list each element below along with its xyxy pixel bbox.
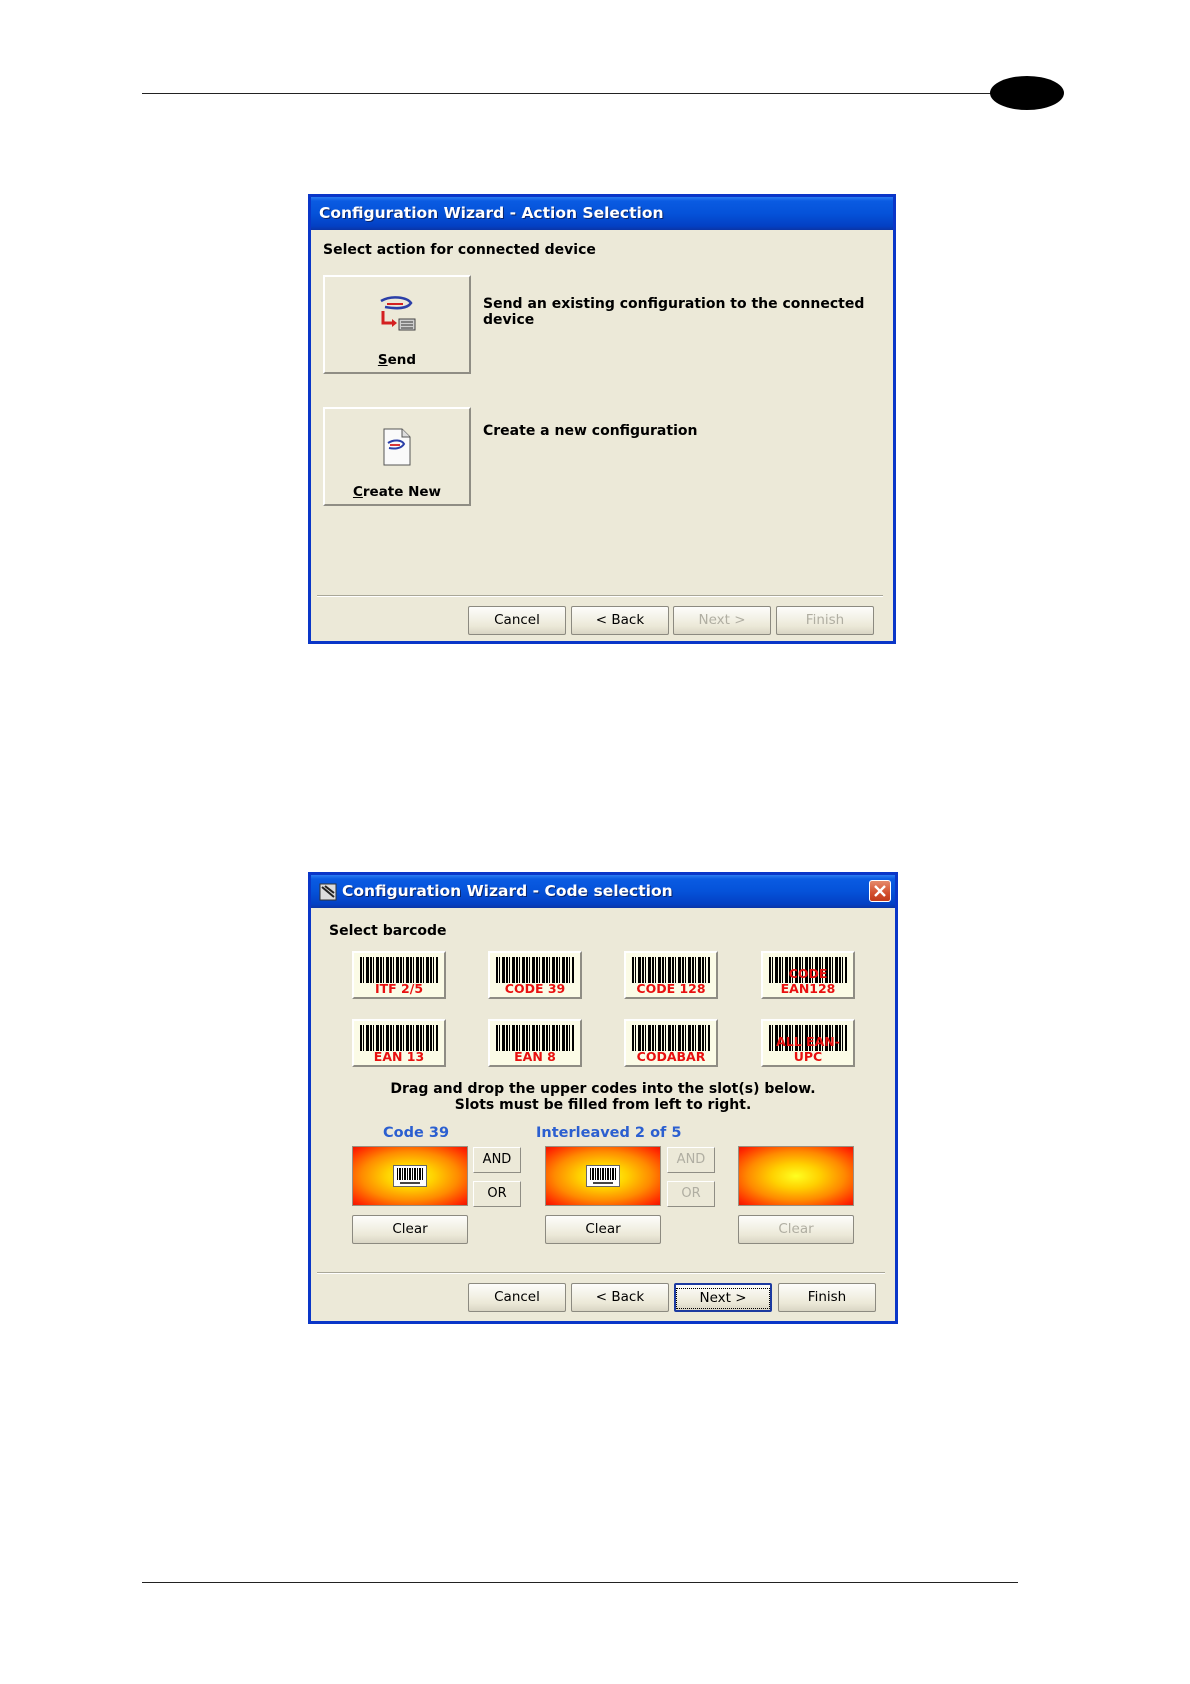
clear-slot-1-button[interactable]: Clear xyxy=(352,1215,468,1244)
back-button[interactable]: < Back xyxy=(571,1283,669,1312)
cancel-button[interactable]: Cancel xyxy=(468,1283,566,1312)
slot-1-label: Code 39 xyxy=(383,1125,450,1141)
barcode-tile[interactable]: CODABAR xyxy=(624,1019,718,1067)
footer-rule xyxy=(142,1582,1018,1583)
window-title-bar[interactable]: Configuration Wizard - Code selection xyxy=(311,875,895,908)
header-rule xyxy=(142,93,1052,94)
or-button-2[interactable]: OR xyxy=(667,1181,715,1207)
action-selection-window: Configuration Wizard - Action Selection … xyxy=(308,194,896,644)
and-button-2[interactable]: AND xyxy=(667,1147,715,1173)
barcode-tile[interactable]: ALL EAN-UPC xyxy=(761,1019,855,1067)
finish-button[interactable]: Finish xyxy=(778,1283,876,1312)
barcode-tile-label: CODABAR xyxy=(636,1049,706,1064)
action-prompt: Select action for connected device xyxy=(323,242,596,258)
barcode-tile-label: ITF 2/5 xyxy=(374,981,424,996)
slot-2-label: Interleaved 2 of 5 xyxy=(536,1125,682,1141)
app-icon xyxy=(319,883,337,900)
window-title: Configuration Wizard - Code selection xyxy=(342,882,673,900)
barcode-slot-3[interactable] xyxy=(738,1146,854,1206)
next-button-label: Next > xyxy=(676,1288,770,1309)
fill-instruction: Slots must be filled from left to right. xyxy=(454,1097,752,1113)
next-button[interactable]: Next > xyxy=(674,1283,772,1312)
barcode-tile[interactable]: EAN 8 xyxy=(488,1019,582,1067)
create-new-button[interactable]: Create New xyxy=(323,407,471,506)
barcode-tile[interactable]: CODE 128 xyxy=(624,951,718,999)
create-new-description: Create a new configuration xyxy=(483,423,698,439)
create-new-button-label: Create New xyxy=(352,484,442,500)
barcode-tile-label: ALL EAN-UPC xyxy=(776,1034,840,1064)
barcode-tile-label: CODE EAN128 xyxy=(780,966,836,996)
code-selection-window: Configuration Wizard - Code selection Se… xyxy=(308,872,898,1324)
send-button-label: Send xyxy=(377,352,417,368)
barcode-tile[interactable]: CODE 39 xyxy=(488,951,582,999)
button-separator xyxy=(317,1272,885,1274)
close-icon xyxy=(874,885,886,897)
window-title-bar[interactable]: Configuration Wizard - Action Selection xyxy=(311,197,893,230)
barcode-bars-icon xyxy=(496,957,574,983)
barcode-tile[interactable]: EAN 13 xyxy=(352,1019,446,1067)
barcode-tile[interactable]: CODE EAN128 xyxy=(761,951,855,999)
close-button[interactable] xyxy=(869,880,891,902)
next-button[interactable]: Next > xyxy=(673,606,771,635)
chapter-tab xyxy=(990,76,1064,110)
barcode-tile-label: CODE 128 xyxy=(636,981,706,996)
back-button[interactable]: < Back xyxy=(571,606,669,635)
drag-instruction: Drag and drop the upper codes into the s… xyxy=(390,1081,816,1097)
barcode-tile[interactable]: ITF 2/5 xyxy=(352,951,446,999)
barcode-bars-icon xyxy=(632,1025,710,1051)
send-button[interactable]: Send xyxy=(323,275,471,374)
barcode-bars-icon xyxy=(496,1025,574,1051)
finish-button[interactable]: Finish xyxy=(776,606,874,635)
send-description: Send an existing configuration to the co… xyxy=(483,296,865,328)
window-title: Configuration Wizard - Action Selection xyxy=(319,204,664,222)
barcode-tile-label: CODE 39 xyxy=(504,981,566,996)
or-button-1[interactable]: OR xyxy=(473,1181,521,1207)
and-button-1[interactable]: AND xyxy=(473,1147,521,1173)
send-config-icon xyxy=(380,296,416,331)
barcode-icon xyxy=(586,1165,620,1187)
barcode-tile-label: EAN 8 xyxy=(514,1049,556,1064)
barcode-bars-icon xyxy=(632,957,710,983)
button-separator xyxy=(317,595,883,597)
barcode-tile-label: EAN 13 xyxy=(373,1049,425,1064)
new-document-icon xyxy=(383,428,411,466)
cancel-button[interactable]: Cancel xyxy=(468,606,566,635)
clear-slot-3-button[interactable]: Clear xyxy=(738,1215,854,1244)
barcode-slot-2[interactable] xyxy=(545,1146,661,1206)
barcode-icon xyxy=(393,1165,427,1187)
barcode-bars-icon xyxy=(360,1025,438,1051)
barcode-slot-1[interactable] xyxy=(352,1146,468,1206)
barcode-prompt: Select barcode xyxy=(329,923,447,939)
barcode-bars-icon xyxy=(360,957,438,983)
clear-slot-2-button[interactable]: Clear xyxy=(545,1215,661,1244)
